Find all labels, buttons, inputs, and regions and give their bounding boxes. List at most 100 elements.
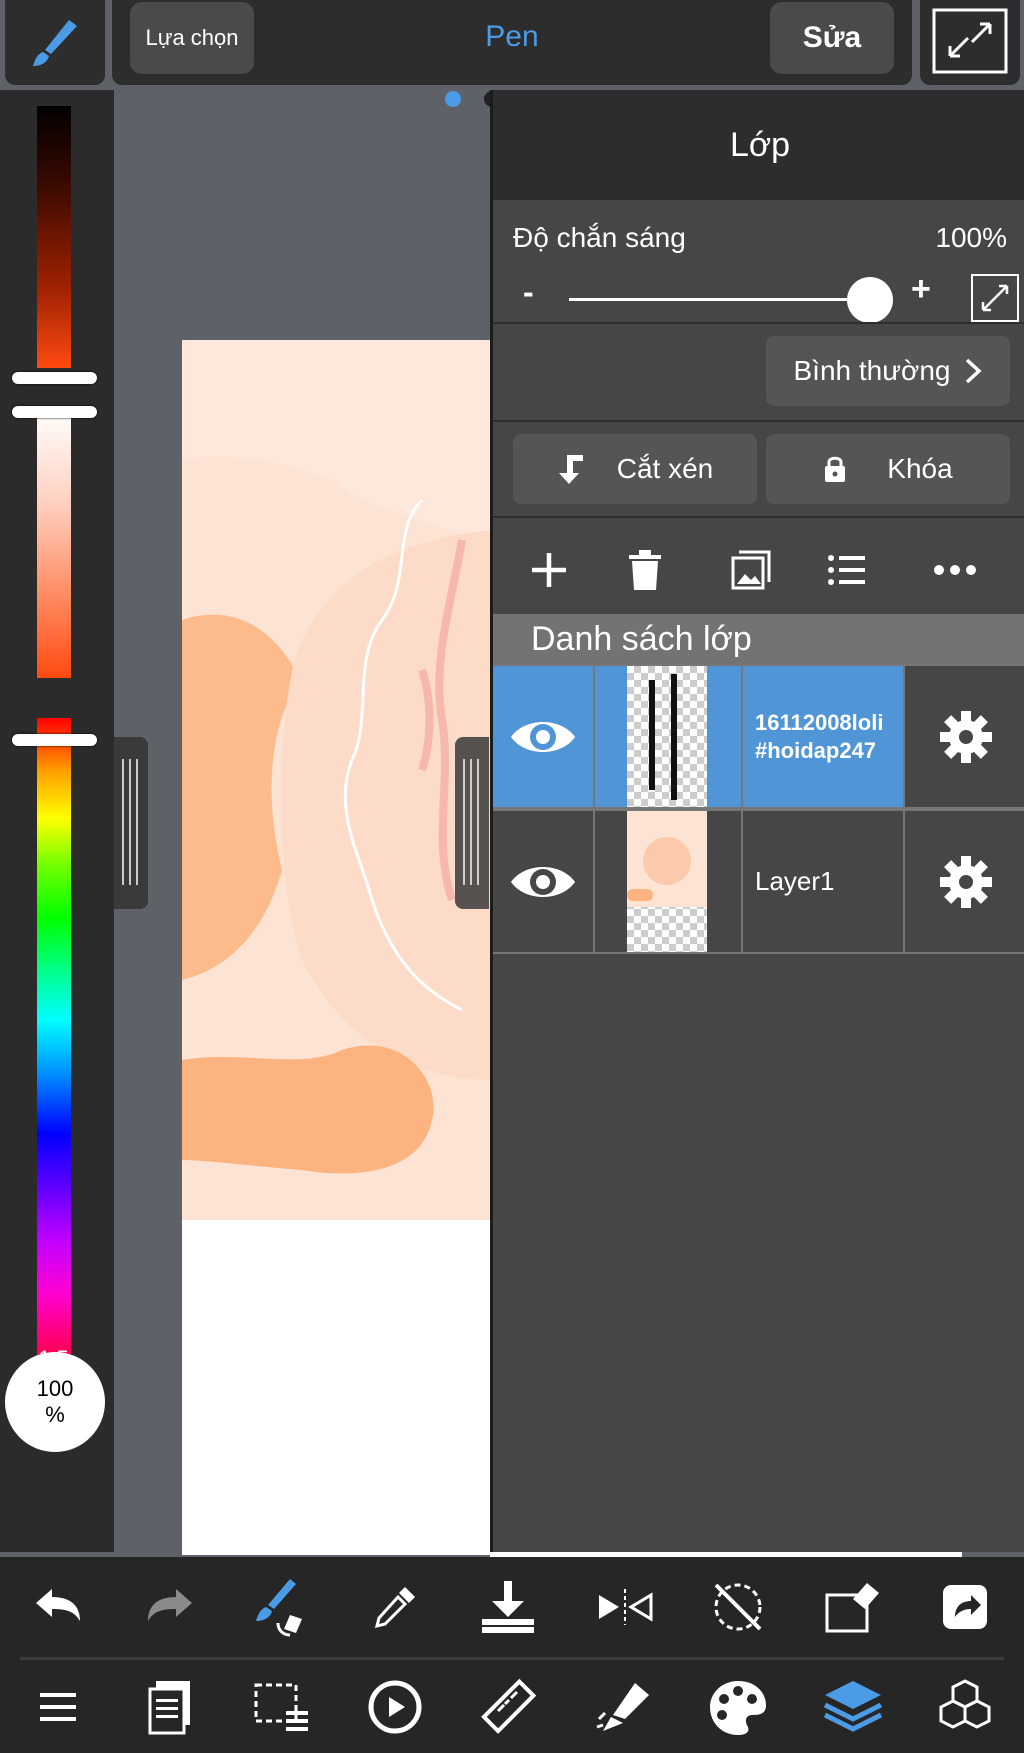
- undo-icon: [36, 1589, 80, 1621]
- brush-transform-button[interactable]: [242, 1567, 322, 1647]
- fullscreen-button[interactable]: [920, 0, 1020, 85]
- thumbnail-text-preview: [649, 674, 677, 800]
- clip-arrow-icon: [558, 455, 583, 484]
- layer-panel-drag-handle[interactable]: [455, 737, 489, 909]
- toolbar-divider: [20, 1657, 1004, 1660]
- layer-list-header: Danh sách lớp: [493, 614, 1024, 664]
- layer-thumbnail-cell: [593, 666, 743, 807]
- edit-button[interactable]: Sửa: [770, 2, 894, 74]
- ruler-button[interactable]: [468, 1667, 548, 1747]
- thumbnail-artwork-preview: [627, 811, 707, 907]
- brush-opacity-value: 100: [36, 1376, 74, 1401]
- current-tool-name[interactable]: Pen: [412, 20, 612, 54]
- layer-panel: Lớp Độ chắn sáng 100% - + Bình thường Cắ…: [490, 90, 1024, 1552]
- rotate-reset-icon: [714, 1583, 762, 1631]
- delete-layer-button[interactable]: [615, 540, 675, 600]
- redo-button[interactable]: [130, 1567, 210, 1647]
- more-options-button[interactable]: [925, 540, 985, 600]
- layer-panel-title: Lớp: [493, 90, 1024, 200]
- layer-row[interactable]: 16112008loli #hoidap247: [493, 664, 1024, 809]
- eye-icon: [511, 721, 575, 752]
- brightness-handle[interactable]: [12, 372, 97, 384]
- expand-icon: [932, 8, 1008, 74]
- layer-opacity-value: 100%: [935, 222, 1007, 253]
- color-palette-button[interactable]: [698, 1667, 778, 1747]
- opacity-increase-button[interactable]: +: [911, 270, 931, 309]
- selection-button[interactable]: Lựa chọn: [130, 2, 254, 74]
- layer-opacity-section: Độ chắn sáng 100% - +: [493, 202, 1024, 323]
- layer-settings-button[interactable]: [903, 811, 1024, 952]
- tool-bar: Lựa chọn Pen Sửa: [112, 0, 912, 85]
- palette-icon: [710, 1681, 766, 1735]
- transform-icon: [368, 1680, 422, 1734]
- layer-thumbnail: [627, 811, 707, 952]
- saturation-handle[interactable]: [12, 406, 97, 418]
- hue-bar[interactable]: [37, 718, 71, 1388]
- layer-thumbnail: [627, 666, 707, 807]
- layer-row[interactable]: Layer1: [493, 809, 1024, 954]
- selection-tool-button[interactable]: [242, 1667, 322, 1747]
- chevron-right-icon: [966, 358, 983, 384]
- trash-icon: [629, 550, 661, 590]
- opacity-decrease-button[interactable]: -: [523, 274, 534, 311]
- gear-icon: [940, 855, 992, 908]
- hue-handle[interactable]: [12, 734, 97, 746]
- add-layer-button[interactable]: [519, 540, 579, 600]
- brush-tool-button[interactable]: [5, 0, 105, 85]
- clipping-button[interactable]: Cắt xén: [513, 434, 757, 504]
- materials-icon: [939, 1679, 991, 1729]
- eraser-button[interactable]: [813, 1567, 893, 1647]
- layer-settings-button[interactable]: [903, 666, 1024, 807]
- brush-opacity-unit: %: [45, 1402, 65, 1427]
- main-menu-button[interactable]: [18, 1667, 98, 1747]
- opacity-slider-knob[interactable]: [847, 277, 893, 323]
- import-icon: [482, 1581, 534, 1633]
- layer-visibility-toggle[interactable]: [493, 811, 593, 952]
- import-button[interactable]: [468, 1567, 548, 1647]
- drawing-canvas[interactable]: [182, 340, 492, 1555]
- eraser-icon: [825, 1583, 879, 1633]
- top-bar: Lựa chọn Pen Sửa: [0, 0, 1024, 107]
- undo-button[interactable]: [18, 1567, 98, 1647]
- layer-name-line1: 16112008loli: [755, 709, 884, 735]
- share-button[interactable]: [925, 1567, 1005, 1647]
- layer-thumbnail-cell: [593, 811, 743, 952]
- left-panel-drag-handle[interactable]: [114, 737, 148, 909]
- lock-button[interactable]: Khóa: [766, 434, 1010, 504]
- brush-opacity-button[interactable]: 100 %: [5, 1352, 105, 1452]
- lock-icon: [825, 456, 846, 482]
- materials-button[interactable]: [925, 1667, 1005, 1747]
- ruler-icon: [481, 1678, 537, 1734]
- image-icon: [731, 550, 771, 590]
- expand-icon: [981, 284, 1009, 312]
- layer-list-button[interactable]: [817, 540, 877, 600]
- fill-tool-button[interactable]: [585, 1667, 665, 1747]
- share-icon: [943, 1585, 987, 1629]
- brightness-bar[interactable]: [37, 106, 71, 368]
- layers-icon: [823, 1681, 883, 1732]
- opacity-slider-track[interactable]: [569, 298, 869, 301]
- eyedropper-icon: [374, 1587, 415, 1629]
- gear-icon: [940, 710, 992, 763]
- clipping-label: Cắt xén: [616, 453, 714, 484]
- brush-icon: [33, 20, 77, 66]
- rotate-reset-button[interactable]: [698, 1567, 778, 1647]
- pages-button[interactable]: [130, 1667, 210, 1747]
- layers-button[interactable]: [813, 1667, 893, 1747]
- bottom-toolbar: [0, 1557, 1024, 1753]
- transform-button[interactable]: [355, 1667, 435, 1747]
- eyedropper-button[interactable]: [355, 1567, 435, 1647]
- flip-button[interactable]: [585, 1567, 665, 1647]
- brush-transform-icon: [256, 1579, 302, 1637]
- blend-mode-button[interactable]: Bình thường: [766, 336, 1010, 406]
- eye-icon: [511, 866, 575, 897]
- layer-image-button[interactable]: [721, 540, 781, 600]
- layer-actions-bar: [493, 530, 1024, 610]
- layer-name: 16112008loli #hoidap247: [755, 666, 883, 807]
- layer-visibility-toggle[interactable]: [493, 666, 593, 807]
- saturation-bar[interactable]: [37, 408, 71, 678]
- menu-icon: [40, 1693, 76, 1721]
- expand-panel-button[interactable]: [971, 274, 1019, 322]
- selection-icon: [254, 1683, 308, 1731]
- artwork: [182, 340, 492, 1555]
